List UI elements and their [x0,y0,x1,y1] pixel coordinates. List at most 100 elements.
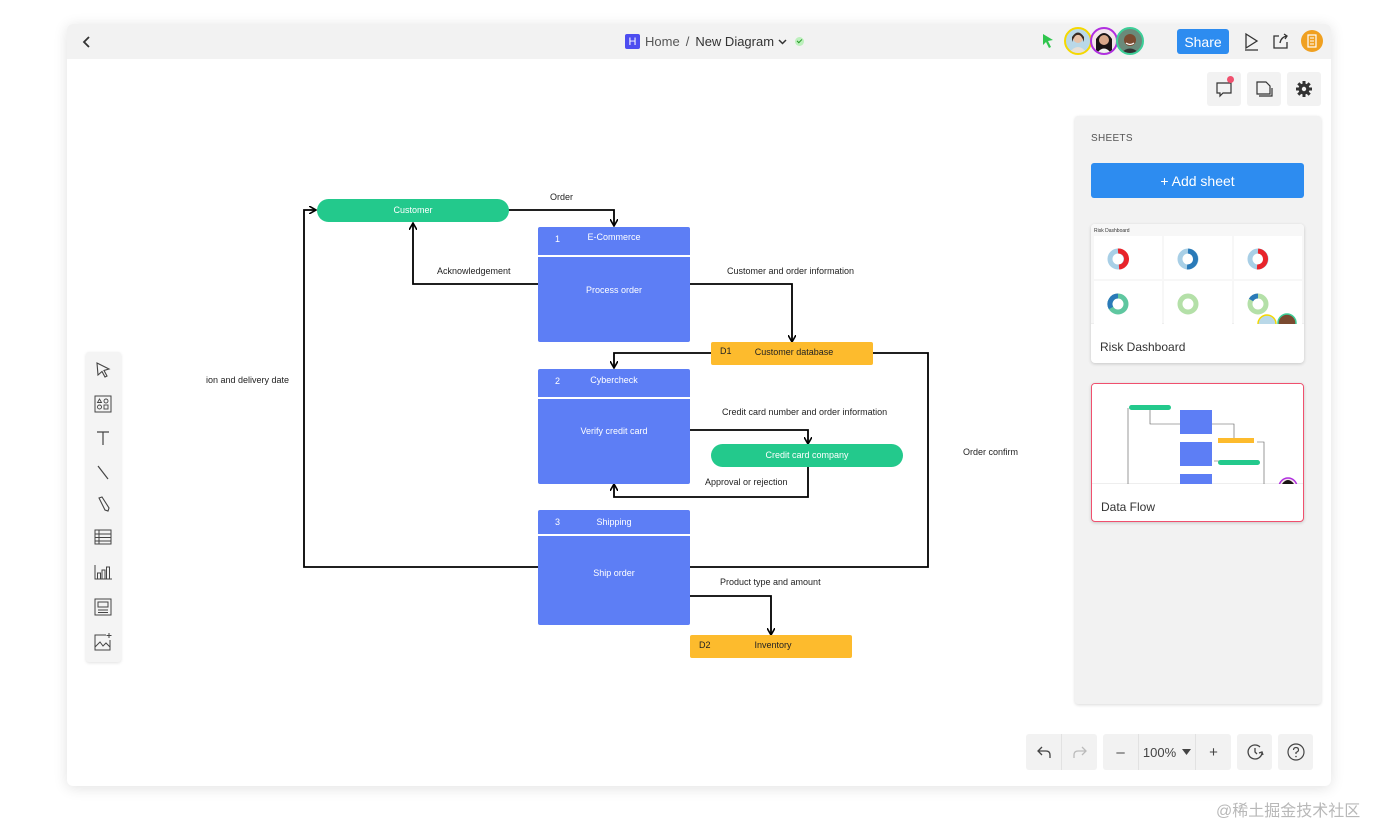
svg-text:Risk Dashboard: Risk Dashboard [1094,228,1130,234]
bottom-controls: – 100% + [1026,734,1313,770]
svg-text:Cybercheck: Cybercheck [590,375,638,385]
saved-check-icon [795,37,805,46]
breadcrumb: H Home / New Diagram [625,32,805,51]
line-tool[interactable] [93,462,113,482]
chevron-down-icon[interactable] [778,37,787,47]
notification-dot [1227,76,1234,83]
add-sheet-button[interactable]: + Add sheet [1091,163,1304,198]
label-product-type: Product type and amount [720,577,821,587]
comments-button[interactable] [1207,72,1241,106]
svg-text:Customer database: Customer database [755,347,834,357]
flow-delivery-date[interactable] [303,210,538,568]
svg-text:D2: D2 [699,640,711,650]
zoom-group: – 100% + [1103,734,1231,770]
collaborator-avatars [1064,27,1144,55]
label-delivery-date: ion and delivery date [206,375,289,385]
svg-text:Verify credit card: Verify credit card [580,426,647,436]
gear-icon [1296,81,1312,97]
shapes-icon [94,395,112,413]
app-logo: H [625,34,640,49]
entity-credit-card-company[interactable]: Credit card company [711,444,903,467]
store-inventory[interactable]: D2 Inventory [690,635,852,658]
process-cybercheck[interactable]: 2 Cybercheck Verify credit card [538,369,690,484]
chart-tool[interactable] [93,562,113,582]
svg-text:Inventory: Inventory [754,640,792,650]
right-tools [1207,72,1321,106]
avatar[interactable] [1116,27,1144,55]
redo-button[interactable] [1062,734,1097,770]
history-group [1026,734,1097,770]
flow-db-to-cybercheck[interactable] [614,352,711,367]
avatar[interactable] [1064,27,1092,55]
history-icon [1247,744,1264,760]
label-approval: Approval or rejection [705,477,788,487]
settings-button[interactable] [1287,72,1321,106]
svg-text:3: 3 [555,517,560,527]
sheet-name: Data Flow [1101,500,1156,514]
zoom-level-dropdown[interactable]: 100% [1139,734,1195,770]
label-customer-order-info: Customer and order information [727,266,854,276]
pencil-tool[interactable] [93,494,113,514]
shapes-tool[interactable] [93,394,113,414]
zoom-level-value: 100% [1142,744,1177,760]
label-order: Order [550,192,573,202]
table-icon [94,529,112,545]
pages-icon [1256,81,1273,97]
svg-text:E-Commerce: E-Commerce [587,232,640,242]
process-ecommerce[interactable]: 1 E-Commerce Process order [538,227,690,342]
undo-icon [1036,746,1051,758]
sheet-thumbnail [1092,384,1303,497]
process-shipping[interactable]: 3 Shipping Ship order [538,510,690,625]
document-title[interactable]: New Diagram [695,34,774,49]
sheet-card-data-flow[interactable]: Data Flow [1091,383,1304,522]
top-bar: H Home / New Diagram Share [67,24,1331,59]
breadcrumb-home[interactable]: Home [645,34,680,49]
table-tool[interactable] [93,527,113,547]
share-button[interactable]: Share [1177,29,1229,54]
play-icon[interactable] [1241,31,1261,51]
back-button[interactable] [77,32,97,52]
flow-product-type[interactable] [690,595,771,634]
breadcrumb-separator: / [685,34,690,49]
redo-icon [1072,746,1087,758]
sheet-name: Risk Dashboard [1100,340,1186,354]
flow-customer-order-info[interactable] [690,283,792,341]
sheets-panel: SHEETS + Add sheet Risk Dashboard Risk D… [1075,116,1321,704]
zoom-out-button[interactable]: – [1103,734,1138,770]
caret-down-icon [1182,749,1192,755]
text-icon [97,431,109,445]
organization-icon[interactable] [1301,30,1323,52]
export-icon[interactable] [1271,31,1291,51]
pages-button[interactable] [1247,72,1281,106]
container-tool[interactable] [93,597,113,617]
label-credit-card-info: Credit card number and order information [722,407,887,417]
chevron-left-icon [82,36,90,48]
bar-chart-icon [94,565,112,580]
avatar[interactable] [1090,27,1118,55]
sheet-thumbnail: Risk Dashboard [1091,224,1304,334]
svg-text:Shipping: Shipping [596,517,631,527]
history-panel-group [1237,734,1272,770]
select-tool[interactable] [93,360,113,380]
image-tool[interactable] [93,632,113,652]
version-history-button[interactable] [1237,734,1272,770]
zoom-in-button[interactable]: + [1196,734,1231,770]
pencil-icon [98,496,110,512]
watermark: @稀土掘金技术社区 [1216,803,1361,820]
line-icon [97,465,109,480]
undo-button[interactable] [1026,734,1061,770]
help-icon [1286,743,1305,761]
entity-customer[interactable]: Customer [317,199,509,222]
help-button[interactable] [1278,734,1313,770]
flow-order[interactable] [508,209,614,225]
svg-text:Ship order: Ship order [593,568,635,578]
label-order-confirm: Order confirm [963,447,1018,457]
svg-text:Customer: Customer [393,205,432,215]
sheets-title: SHEETS [1091,133,1133,144]
sheet-card-risk-dashboard[interactable]: Risk Dashboard Risk Dashboard [1091,224,1304,363]
flow-credit-card-info[interactable] [690,429,808,443]
text-tool[interactable] [93,428,113,448]
cursor-pointer-icon [1041,33,1055,54]
svg-text:2: 2 [555,376,560,386]
store-customer-database[interactable]: D1 Customer database [711,342,873,365]
